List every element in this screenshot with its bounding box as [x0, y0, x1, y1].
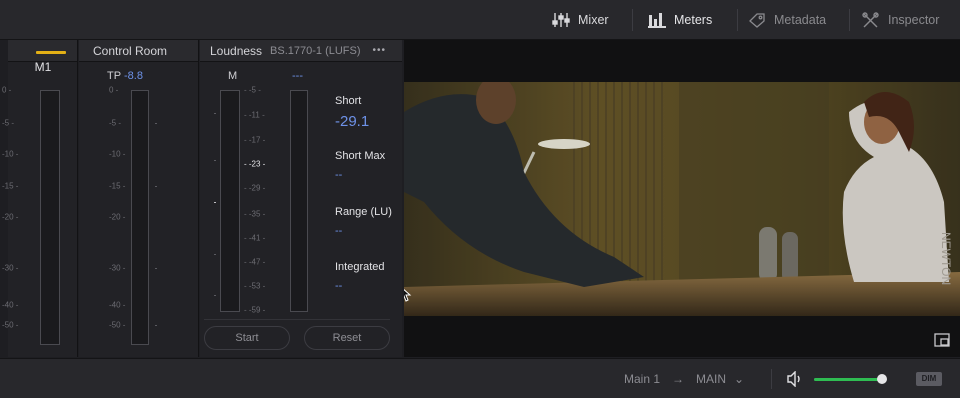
m1-scale-tick: -20 -	[2, 212, 19, 222]
mouse-cursor-icon	[404, 288, 412, 302]
loudness-header: Loudness BS.1770-1 (LUFS) •••	[200, 40, 402, 62]
meters-icon	[648, 13, 666, 28]
loud-left-tick	[214, 113, 216, 114]
dim-button[interactable]: DIM	[916, 372, 942, 386]
mixer-button[interactable]: Mixer	[552, 0, 609, 40]
volume-fill	[814, 378, 883, 381]
tag-icon	[749, 13, 765, 28]
loudness-divider	[204, 319, 390, 320]
cr-scale-tick: -15 -	[109, 181, 126, 191]
metadata-label: Metadata	[774, 13, 827, 27]
loud-scale-tick: - -29 -	[244, 183, 266, 193]
control-room-title-text: Control Room	[93, 43, 168, 58]
loud-scale-tick: - -59 -	[244, 305, 266, 315]
m1-scale-tick: 0 -	[2, 85, 12, 95]
cr-right-tick	[155, 325, 157, 326]
momentary-value: ---	[292, 70, 303, 82]
short-max-value: --	[335, 169, 343, 181]
m1-indicator	[36, 51, 66, 54]
loud-scale-tick: - -47 -	[244, 257, 266, 267]
m1-level-meter	[40, 90, 60, 345]
integrated-label: Integrated	[335, 261, 385, 273]
short-label: Short	[335, 95, 362, 107]
toolbar-divider	[632, 9, 633, 31]
control-room-scale: 0 - -5 - -10 - -15 - -20 - -30 - -40 - -…	[109, 40, 129, 357]
loud-left-tick	[214, 254, 216, 255]
metadata-button[interactable]: Metadata	[748, 0, 826, 40]
m1-scale-tick: -50 -	[2, 320, 19, 330]
volume-knob[interactable]	[877, 374, 888, 384]
short-value: -29.1	[335, 113, 370, 130]
loudness-scale: - -5 - - -11 - - -17 - - -23 - - -29 - -…	[244, 40, 284, 357]
loud-scale-tick-target: - -23 -	[244, 159, 266, 169]
loud-scale-tick: - -5 -	[244, 85, 261, 95]
cr-right-tick	[155, 186, 157, 187]
loud-left-tick	[214, 202, 216, 203]
toolbar-divider	[849, 9, 850, 31]
m1-scale-tick: -30 -	[2, 263, 19, 273]
toolbar-divider	[737, 9, 738, 31]
m1-meter-column: M1 0 - -5 - -10 - -15 - -20 - -30 - -40 …	[2, 40, 78, 357]
control-room-meter-left	[131, 90, 149, 345]
loud-scale-tick: - -11 -	[244, 110, 265, 120]
picture-in-picture-icon[interactable]	[934, 333, 950, 347]
cr-scale-tick: -30 -	[109, 263, 126, 273]
loudness-meter-right	[290, 90, 308, 312]
range-value: --	[335, 225, 343, 237]
short-max-label: Short Max	[335, 150, 386, 162]
m1-scale-tick: -15 -	[2, 181, 19, 191]
mixer-icon	[552, 13, 570, 27]
video-frame: NEWTON	[404, 82, 960, 316]
inspector-button[interactable]: Inspector	[862, 0, 939, 40]
bottom-divider	[771, 369, 772, 389]
m1-scale-tick: -5 -	[2, 118, 14, 128]
cr-right-tick	[155, 123, 157, 124]
integrated-value: --	[335, 280, 343, 292]
loud-scale-tick: - -53 -	[244, 281, 266, 291]
top-toolbar: Mixer Meters Metadata Inspector	[0, 0, 960, 40]
m1-scale-tick: -10 -	[2, 149, 19, 159]
volume-slider[interactable]	[814, 374, 888, 384]
cr-scale-tick: 0 -	[109, 85, 119, 95]
output-route-selector[interactable]: Main 1 → MAIN ⌄	[624, 359, 744, 398]
cr-scale-tick: -50 -	[109, 320, 126, 330]
loud-scale-tick: - -35 -	[244, 209, 266, 219]
loud-left-tick	[214, 160, 216, 161]
inspector-tools-icon	[862, 12, 879, 28]
cr-scale-tick: -5 -	[109, 118, 121, 128]
range-label: Range (LU)	[335, 206, 392, 218]
loudness-column: Loudness BS.1770-1 (LUFS) ••• M --- - -5…	[200, 40, 402, 357]
control-room-column: Control Room TP -8.8 0 - -5 - -10 - -15 …	[79, 40, 199, 357]
m1-scale-tick: -40 -	[2, 300, 19, 310]
inspector-label: Inspector	[888, 13, 940, 27]
route-source: Main 1	[624, 372, 661, 386]
loud-scale-tick: - -17 -	[244, 135, 266, 145]
control-room-title: Control Room	[79, 40, 198, 62]
momentary-label: M	[228, 70, 238, 82]
loud-scale-tick: - -41 -	[244, 233, 266, 243]
loud-left-tick	[214, 295, 216, 296]
video-viewer[interactable]: NEWTON	[404, 40, 960, 357]
meters-label: Meters	[674, 13, 713, 27]
cr-right-tick	[155, 268, 157, 269]
scene-image: NEWTON	[404, 82, 960, 316]
loudness-meter-left	[220, 90, 240, 312]
route-arrow-icon: →	[672, 372, 685, 386]
start-button[interactable]: Start	[204, 326, 290, 350]
cr-scale-tick: -10 -	[109, 149, 126, 159]
meters-button[interactable]: Meters	[648, 0, 712, 40]
route-destination: MAIN	[696, 372, 727, 386]
speaker-icon[interactable]	[786, 371, 804, 387]
chevron-down-icon: ⌄	[734, 372, 745, 386]
m1-scale: 0 - -5 - -10 - -15 - -20 - -30 - -40 - -…	[2, 40, 22, 357]
bottom-bar: Main 1 → MAIN ⌄ DIM	[0, 358, 960, 398]
cr-scale-tick: -20 -	[109, 212, 126, 222]
mixer-label: Mixer	[578, 13, 609, 27]
reset-button[interactable]: Reset	[304, 326, 390, 350]
more-options-button[interactable]: •••	[373, 45, 387, 56]
cr-scale-tick: -40 -	[109, 300, 126, 310]
